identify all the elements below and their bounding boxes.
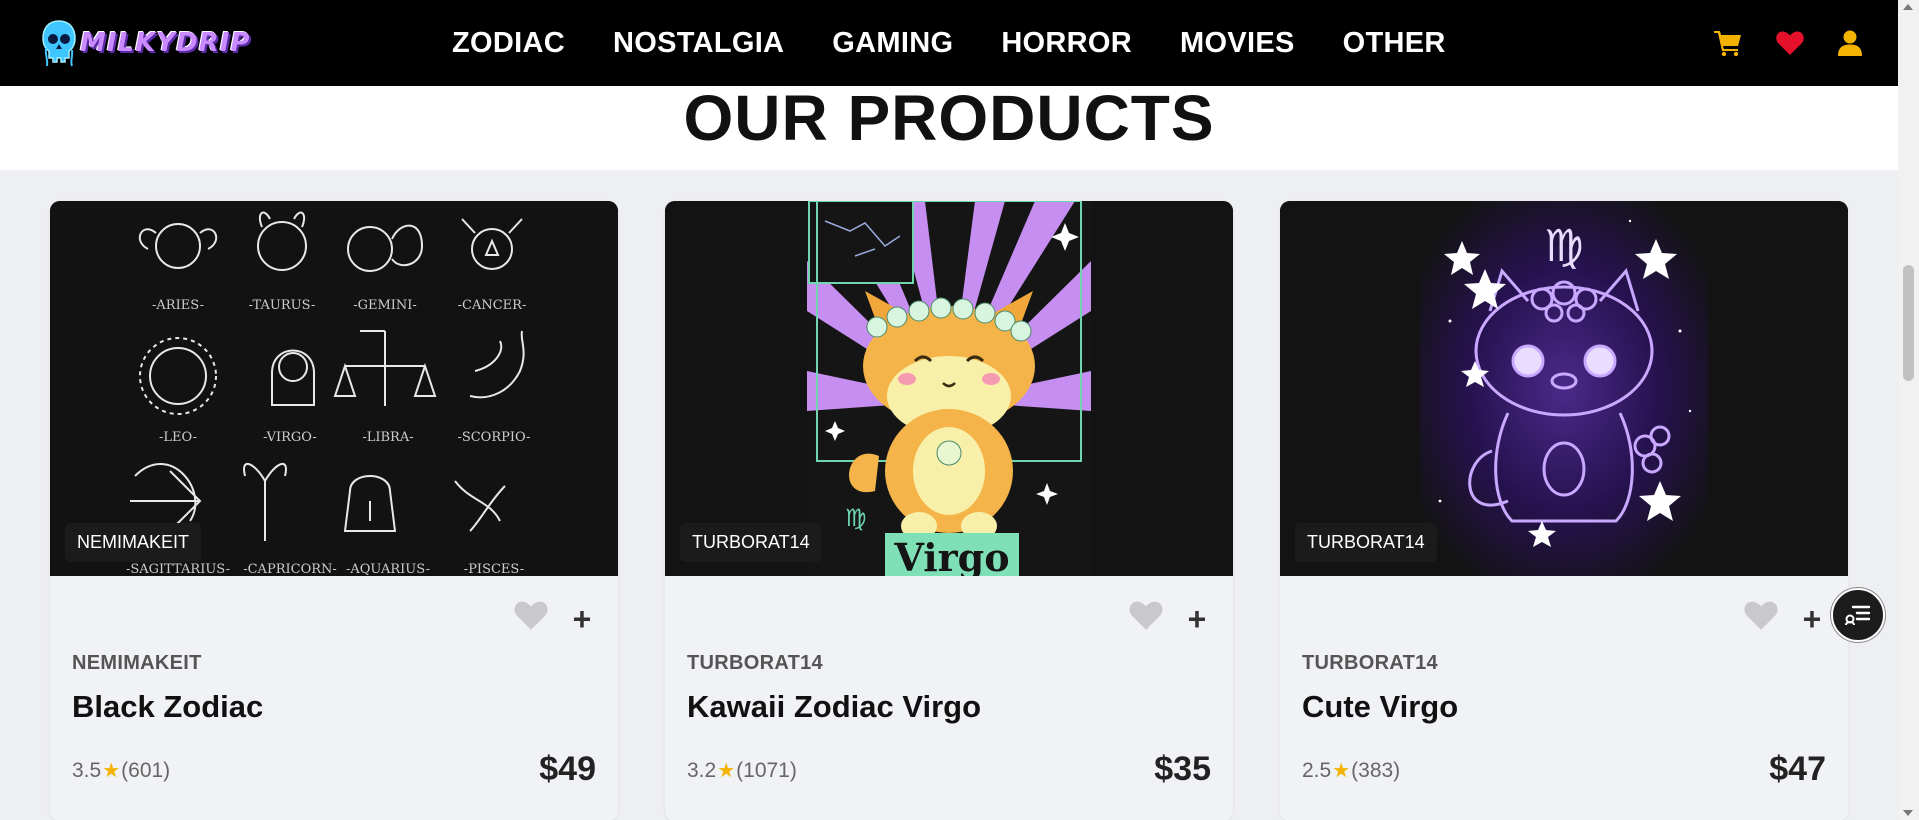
product-card[interactable]: Virgo ♍ TURBORAT14 + TURBORAT14 Kawaii Z… <box>665 201 1233 820</box>
section-title: OUR PRODUCTS <box>683 82 1215 154</box>
product-seller[interactable]: TURBORAT14 <box>1302 652 1438 675</box>
review-count: (601) <box>121 758 171 782</box>
product-card[interactable]: -ARIES- -TAURUS- -GEMINI- -CANCER- -LEO-… <box>50 201 618 820</box>
nav-actions <box>1714 0 1862 86</box>
zodiac-label-sagittarius: -SAGITTARIUS- <box>126 562 230 576</box>
virgo-banner-text: Virgo <box>893 535 1009 576</box>
rating-value: 2.5 <box>1302 758 1332 782</box>
product-rating: 3.5 ★ (601) <box>72 758 170 783</box>
product-price: $35 <box>1154 750 1211 788</box>
seller-tag: TURBORAT14 <box>680 523 822 562</box>
zodiac-label-capricorn: -CAPRICORN- <box>243 562 337 576</box>
scrollbar-thumb[interactable] <box>1903 265 1914 381</box>
product-image[interactable]: Virgo ♍ TURBORAT14 <box>665 201 1233 576</box>
floating-menu-button[interactable] <box>1831 588 1885 642</box>
scroll-up-arrow-icon[interactable] <box>1903 4 1913 10</box>
product-rating: 2.5 ★ (383) <box>1302 758 1400 783</box>
star-icon: ★ <box>102 760 121 782</box>
brand-logo[interactable]: MILKYDRIP <box>40 16 250 70</box>
product-rating: 3.2 ★ (1071) <box>687 758 797 783</box>
user-icon[interactable] <box>1838 30 1862 56</box>
add-to-cart-plus-icon[interactable]: + <box>1179 601 1215 637</box>
kawaii-virgo-artwork: Virgo ♍ <box>665 201 1233 576</box>
zodiac-label-cancer: -CANCER- <box>458 298 527 313</box>
zodiac-grid-artwork: -ARIES- -TAURUS- -GEMINI- -CANCER- -LEO-… <box>50 201 618 576</box>
page: MILKYDRIP ZODIAC NOSTALGIA GAMING HORROR… <box>0 0 1919 820</box>
nav-link-gaming[interactable]: GAMING <box>832 27 953 60</box>
zodiac-label-virgo: -VIRGO- <box>263 430 317 445</box>
review-count: (383) <box>1351 758 1401 782</box>
star-icon: ★ <box>717 760 736 782</box>
cute-virgo-artwork: ♍ <box>1280 201 1848 576</box>
scroll-down-arrow-icon[interactable] <box>1903 810 1913 816</box>
zodiac-label-aries: -ARIES- <box>152 298 204 313</box>
virgo-symbol-text: ♍ <box>1544 221 1583 272</box>
seller-tag: NEMIMAKEIT <box>65 523 202 562</box>
review-count: (1071) <box>736 758 797 782</box>
section-heading: OUR PRODUCTS <box>0 86 1898 150</box>
zodiac-label-scorpio: -SCORPIO- <box>457 430 530 445</box>
product-price: $47 <box>1769 750 1826 788</box>
star-icon: ★ <box>1332 760 1351 782</box>
main-nav: ZODIAC NOSTALGIA GAMING HORROR MOVIES OT… <box>452 0 1494 86</box>
zodiac-label-leo: -LEO- <box>159 430 197 445</box>
cart-icon[interactable] <box>1714 30 1742 56</box>
nav-link-nostalgia[interactable]: NOSTALGIA <box>613 27 784 60</box>
favorite-heart-icon[interactable] <box>1129 601 1165 637</box>
product-name[interactable]: Kawaii Zodiac Virgo <box>687 689 981 725</box>
product-image[interactable]: ♍ TURBORAT14 <box>1280 201 1848 576</box>
page-scrollbar[interactable] <box>1898 0 1919 820</box>
list-toggle-icon <box>1845 605 1871 626</box>
brand-logo-text: MILKYDRIP <box>80 28 251 58</box>
skull-logo-icon <box>42 20 76 67</box>
virgo-symbol-text: ♍ <box>845 504 867 532</box>
add-to-cart-plus-icon[interactable]: + <box>1794 601 1830 637</box>
nav-link-movies[interactable]: MOVIES <box>1180 27 1295 60</box>
product-seller[interactable]: TURBORAT14 <box>687 652 823 675</box>
nav-link-horror[interactable]: HORROR <box>1001 27 1132 60</box>
zodiac-label-libra: -LIBRA- <box>362 430 413 445</box>
top-navbar: MILKYDRIP ZODIAC NOSTALGIA GAMING HORROR… <box>0 0 1898 86</box>
zodiac-label-taurus: -TAURUS- <box>249 298 316 313</box>
rating-value: 3.2 <box>687 758 717 782</box>
favorite-heart-icon[interactable] <box>514 601 550 637</box>
favorite-heart-icon[interactable] <box>1744 601 1780 637</box>
zodiac-label-gemini: -GEMINI- <box>353 298 417 313</box>
heart-icon[interactable] <box>1776 31 1804 56</box>
nav-link-other[interactable]: OTHER <box>1343 27 1446 60</box>
zodiac-label-pisces: -PISCES- <box>464 562 524 576</box>
rating-value: 3.5 <box>72 758 102 782</box>
product-name[interactable]: Black Zodiac <box>72 689 263 725</box>
nav-link-zodiac[interactable]: ZODIAC <box>452 27 565 60</box>
product-image[interactable]: -ARIES- -TAURUS- -GEMINI- -CANCER- -LEO-… <box>50 201 618 576</box>
product-card[interactable]: ♍ TURBORAT14 + TURBORAT14 Cute Virgo 2.5 <box>1280 201 1848 820</box>
product-price: $49 <box>539 750 596 788</box>
product-seller[interactable]: NEMIMAKEIT <box>72 652 202 675</box>
product-name[interactable]: Cute Virgo <box>1302 689 1458 725</box>
seller-tag: TURBORAT14 <box>1295 523 1437 562</box>
add-to-cart-plus-icon[interactable]: + <box>564 601 600 637</box>
zodiac-label-aquarius: -AQUARIUS- <box>346 562 430 576</box>
